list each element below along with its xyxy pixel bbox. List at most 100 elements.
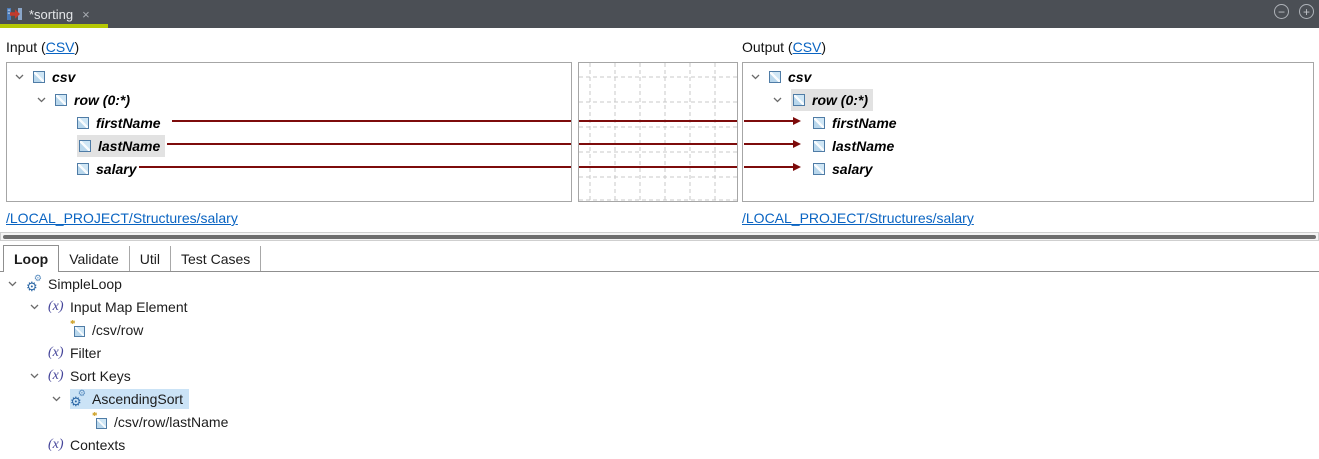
node-label: row (0:*) — [812, 92, 868, 108]
close-tab-icon[interactable]: × — [82, 8, 90, 21]
connection-line[interactable] — [744, 143, 794, 145]
xpath-icon: * — [70, 322, 86, 337]
gears-icon — [26, 276, 43, 292]
node-label: lastName — [98, 138, 160, 154]
element-icon — [55, 94, 67, 106]
element-icon — [813, 163, 825, 175]
node-label: firstName — [96, 115, 161, 131]
loop-node-input-map-element[interactable]: (x) Input Map Element — [0, 295, 1319, 318]
input-node-salary[interactable]: salary — [7, 157, 571, 180]
chevron-spacer — [74, 419, 92, 425]
scrollbar-thumb[interactable] — [3, 235, 1316, 239]
element-icon — [77, 163, 89, 175]
loop-node-simpleloop[interactable]: SimpleLoop — [0, 272, 1319, 295]
loop-config-tree: SimpleLoop (x) Input Map Element * /csv/… — [0, 272, 1319, 456]
chevron-down-icon[interactable] — [773, 97, 791, 103]
input-node-lastname[interactable]: lastName — [7, 134, 571, 157]
document-tab-sorting[interactable]: *sorting × — [0, 0, 110, 28]
input-heading-prefix: Input ( — [6, 39, 46, 55]
node-label: csv — [788, 69, 811, 85]
connection-line[interactable] — [167, 143, 571, 145]
input-structure-link[interactable]: /LOCAL_PROJECT/Structures/salary — [6, 210, 238, 226]
connection-line[interactable] — [744, 120, 794, 122]
output-heading-suffix: ) — [821, 39, 826, 55]
horizontal-scrollbar[interactable] — [0, 232, 1319, 241]
loop-node-filter[interactable]: (x) Filter — [0, 341, 1319, 364]
element-icon — [33, 71, 45, 83]
chevron-spacer — [59, 120, 77, 126]
input-heading: Input (CSV) — [6, 39, 79, 55]
chevron-down-icon[interactable] — [8, 281, 26, 287]
node-label: csv — [52, 69, 75, 85]
chevron-spacer — [59, 143, 77, 149]
document-tab-title: *sorting — [29, 7, 73, 22]
gears-icon — [70, 391, 87, 407]
tab-loop[interactable]: Loop — [3, 245, 59, 272]
mapping-document-icon — [6, 6, 23, 22]
bottom-tabstrip: Loop Validate Util Test Cases — [0, 245, 1319, 272]
chevron-down-icon[interactable] — [15, 74, 33, 80]
connection-arrowhead-icon — [793, 117, 801, 125]
connection-line[interactable] — [172, 120, 571, 122]
output-node-row[interactable]: row (0:*) — [743, 88, 1313, 111]
output-csv-link[interactable]: CSV — [793, 39, 822, 55]
loop-node-sort-keys[interactable]: (x) Sort Keys — [0, 364, 1319, 387]
canvas-grid — [579, 63, 737, 201]
loop-node-csv-row[interactable]: * /csv/row — [0, 318, 1319, 341]
element-icon — [79, 140, 91, 152]
chevron-down-icon[interactable] — [30, 373, 48, 379]
node-label: Filter — [70, 345, 101, 361]
tab-test-cases[interactable]: Test Cases — [171, 246, 261, 271]
expression-icon: (x) — [48, 368, 64, 384]
chevron-down-icon[interactable] — [52, 396, 70, 402]
chevron-down-icon[interactable] — [30, 304, 48, 310]
input-node-csv[interactable]: csv — [7, 65, 571, 88]
connection-arrowhead-icon — [793, 140, 801, 148]
output-node-csv[interactable]: csv — [743, 65, 1313, 88]
chevron-down-icon[interactable] — [37, 97, 55, 103]
collapse-all-button[interactable]: − — [1274, 4, 1289, 19]
element-icon — [813, 117, 825, 129]
output-node-salary[interactable]: salary — [743, 157, 1313, 180]
connection-line[interactable] — [744, 166, 794, 168]
selected-node-highlight: lastName — [77, 135, 165, 157]
selected-node-highlight: row (0:*) — [791, 89, 873, 111]
tab-validate[interactable]: Validate — [59, 246, 130, 271]
connection-line[interactable] — [579, 120, 737, 122]
node-label: Input Map Element — [70, 299, 188, 315]
node-label: AscendingSort — [92, 391, 183, 407]
input-node-row[interactable]: row (0:*) — [7, 88, 571, 111]
output-tree-panel: csv row (0:*) firstName lastName salary — [742, 62, 1314, 202]
active-tab-underline — [0, 24, 108, 28]
tab-util[interactable]: Util — [130, 246, 171, 271]
output-node-lastname[interactable]: lastName — [743, 134, 1313, 157]
input-heading-suffix: ) — [75, 39, 80, 55]
expand-all-button[interactable]: + — [1299, 4, 1314, 19]
input-tree-panel: csv row (0:*) firstName lastName salary — [6, 62, 572, 202]
mapping-canvas[interactable] — [578, 62, 738, 202]
expression-icon: (x) — [48, 437, 64, 453]
loop-node-ascendingsort[interactable]: AscendingSort — [0, 387, 1319, 410]
node-label: lastName — [832, 138, 894, 154]
output-heading-prefix: Output ( — [742, 39, 793, 55]
node-label: /csv/row — [92, 322, 143, 338]
connection-line[interactable] — [139, 166, 571, 168]
xpath-icon: * — [92, 414, 108, 429]
connection-line[interactable] — [579, 166, 737, 168]
input-csv-link[interactable]: CSV — [46, 39, 75, 55]
output-structure-link[interactable]: /LOCAL_PROJECT/Structures/salary — [742, 210, 974, 226]
node-label: salary — [832, 161, 872, 177]
mapper-window: { "titlebar": { "tab_title": "*sorting",… — [0, 0, 1319, 459]
editor-titlebar: *sorting × − + — [0, 0, 1319, 28]
output-node-firstname[interactable]: firstName — [743, 111, 1313, 134]
connection-line[interactable] — [579, 143, 737, 145]
node-label: Sort Keys — [70, 368, 131, 384]
chevron-down-icon[interactable] — [751, 74, 769, 80]
loop-node-csv-row-lastname[interactable]: * /csv/row/lastName — [0, 410, 1319, 433]
node-label: salary — [96, 161, 136, 177]
input-node-firstname[interactable]: firstName — [7, 111, 571, 134]
element-icon — [813, 140, 825, 152]
loop-node-contexts[interactable]: (x) Contexts — [0, 433, 1319, 456]
expression-icon: (x) — [48, 345, 64, 361]
element-icon — [793, 94, 805, 106]
